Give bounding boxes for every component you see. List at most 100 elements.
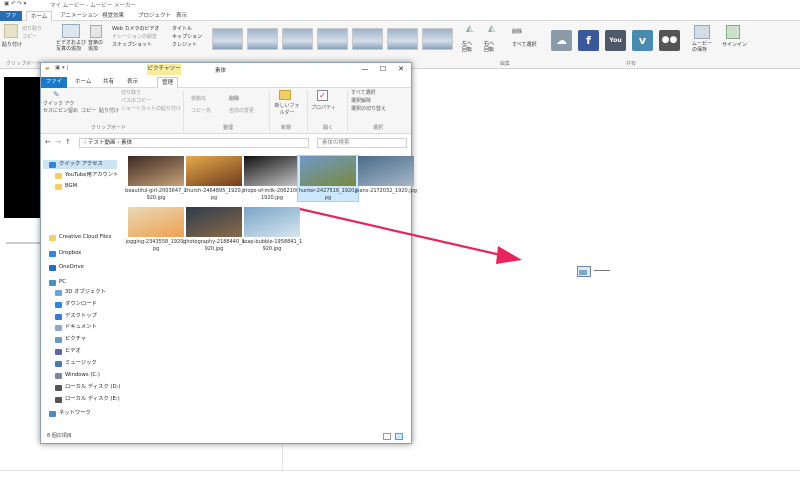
nav-item-youtube-account[interactable]: YouTube用アカウント	[55, 171, 118, 180]
file-item[interactable]: soap-bubble-1958841_1920.jpg	[241, 207, 303, 252]
tab-manage[interactable]: 管理	[157, 77, 179, 88]
file-item-selected[interactable]: hunter-2427518_1920.jpg	[297, 155, 359, 202]
tab-home[interactable]: ホーム	[71, 77, 95, 88]
theme-thumb[interactable]	[212, 28, 243, 50]
address-bar[interactable]: › テスト動画 › 素体	[79, 138, 309, 148]
nav-item-quick-access[interactable]: クイック アクセス	[43, 160, 117, 169]
nav-item-downloads[interactable]: ダウンロード	[55, 300, 97, 309]
paste-button[interactable]: 貼り付け	[99, 108, 119, 115]
invert-selection-button[interactable]: 選択の切り替え	[351, 106, 386, 113]
remove-button[interactable]: 削除	[512, 28, 522, 35]
select-all-button[interactable]: すべて選択	[351, 90, 375, 97]
select-none-button[interactable]: 選択解除	[351, 98, 371, 105]
copy-path-button[interactable]: パスのコピー	[121, 98, 151, 105]
nav-item-music[interactable]: ミュージック	[55, 359, 97, 368]
sign-in-icon[interactable]	[726, 25, 740, 39]
theme-thumb[interactable]	[247, 28, 278, 50]
nav-item-3d-objects[interactable]: 3D オブジェクト	[55, 288, 106, 297]
large-icons-view-icon[interactable]	[395, 433, 403, 440]
tab-animations[interactable]: アニメーション	[56, 11, 102, 21]
tab-share[interactable]: 共有	[99, 77, 118, 88]
move-to-button[interactable]: 移動先	[191, 96, 206, 103]
tab-project[interactable]: プロジェクト	[134, 11, 175, 21]
nav-item-creative-cloud[interactable]: Creative Cloud Files	[49, 233, 111, 242]
tab-file[interactable]: ファイル	[41, 77, 67, 96]
youtube-icon[interactable]: You	[605, 30, 626, 51]
nav-item-desktop[interactable]: デスクトップ	[55, 312, 97, 321]
quick-access-toolbar[interactable]: ▣ ↶ ↷ ▾	[4, 1, 26, 7]
back-icon[interactable]: ←	[45, 138, 51, 146]
title-button[interactable]: タイトル	[172, 25, 192, 32]
maximize-icon[interactable]: ☐	[375, 64, 391, 74]
properties-button[interactable]: プロパティ	[311, 105, 336, 112]
nav-item-dropbox[interactable]: Dropbox	[49, 249, 81, 258]
credits-button[interactable]: クレジット	[172, 41, 197, 48]
nav-item-documents[interactable]: ドキュメント	[55, 323, 97, 332]
details-view-icon[interactable]	[383, 433, 391, 440]
save-movie-button[interactable]: ムービーの保存	[692, 41, 714, 53]
add-music-button[interactable]: 音楽の追加	[88, 40, 106, 52]
new-folder-button[interactable]: 新しいフォルダー	[273, 103, 301, 117]
tab-home[interactable]: ホーム	[26, 11, 53, 21]
rotate-right-icon[interactable]: ◭	[488, 24, 495, 34]
explorer-titlebar[interactable]: ▰ ▣ ▾ | ピクチャツール 素体 — ☐ ✕	[41, 63, 411, 83]
theme-thumb[interactable]	[282, 28, 313, 50]
explorer-window[interactable]: ▰ ▣ ▾ | ピクチャツール 素体 — ☐ ✕ ファイル ホーム 共有 表示 …	[40, 62, 417, 444]
close-icon[interactable]: ✕	[393, 64, 409, 74]
file-item[interactable]: church-2464895_1920.jpg	[183, 156, 245, 201]
sign-in-button[interactable]: サインイン	[722, 41, 747, 48]
paste-shortcut-button[interactable]: ショートカットの貼り付け	[121, 106, 181, 113]
tab-file[interactable]: ファイル	[0, 11, 22, 29]
nav-item-bgm[interactable]: BGM	[55, 182, 77, 191]
paste-icon[interactable]	[4, 24, 18, 38]
pin-quick-access-button[interactable]: クイック アクセスにピン留め	[43, 101, 79, 115]
facebook-icon[interactable]: f	[578, 30, 599, 51]
tab-view[interactable]: 表示	[123, 77, 142, 88]
seek-slider[interactable]	[6, 242, 40, 244]
file-item[interactable]: jeans-2172032_1920.jpg	[355, 156, 417, 195]
narration-button[interactable]: ナレーションの録音	[112, 33, 157, 40]
caption-button[interactable]: キャプション	[172, 33, 202, 40]
select-all-button[interactable]: すべて選択	[512, 41, 536, 48]
snapshot-button[interactable]: スナップショット	[112, 41, 152, 48]
theme-thumb[interactable]	[422, 28, 453, 50]
file-item[interactable]: photography-2188440_1920.jpg	[183, 207, 245, 252]
file-item[interactable]: drops-of-milk-2062100_1920.jpg	[241, 156, 303, 201]
vimeo-icon[interactable]: v	[632, 30, 653, 51]
copy-button[interactable]: コピー	[22, 33, 37, 40]
tab-view[interactable]: 表示	[172, 11, 191, 21]
file-list[interactable]: beautiful-girl-2003647_1920.jpg church-2…	[121, 153, 417, 428]
add-video-icon[interactable]	[62, 24, 80, 38]
onedrive-icon[interactable]: ☁	[551, 30, 572, 51]
nav-item-drive-e[interactable]: ローカル ディスク (E:)	[55, 395, 120, 404]
cut-button[interactable]: 切り取り	[22, 25, 42, 32]
add-video-button[interactable]: ビデオおよび写真の追加	[56, 40, 88, 52]
nav-item-pictures[interactable]: ピクチャ	[55, 335, 86, 344]
tab-visual-effects[interactable]: 視覚効果	[98, 11, 128, 21]
nav-item-drive-d[interactable]: ローカル ディスク (D:)	[55, 383, 120, 392]
copy-button[interactable]: コピー	[81, 108, 96, 115]
rotate-left-button[interactable]: 左へ回転	[462, 41, 476, 53]
search-input[interactable]: 素体の検索	[317, 138, 407, 148]
theme-thumb[interactable]	[352, 28, 383, 50]
file-item[interactable]: beautiful-girl-2003647_1920.jpg	[125, 156, 187, 201]
nav-item-network[interactable]: ネットワーク	[49, 409, 91, 418]
theme-thumb[interactable]	[387, 28, 418, 50]
rotate-left-icon[interactable]: ◭	[466, 24, 473, 34]
rename-button[interactable]: 名前の変更	[229, 108, 254, 115]
quick-access-toolbar[interactable]: ▣ ▾ |	[55, 65, 68, 71]
save-movie-icon[interactable]	[694, 25, 710, 39]
nav-item-drive-c[interactable]: Windows (C:)	[55, 371, 100, 380]
forward-icon[interactable]: →	[55, 138, 61, 146]
cut-button[interactable]: 切り取り	[121, 90, 141, 97]
nav-item-pc[interactable]: PC	[49, 278, 66, 287]
paste-button[interactable]: 貼り付け	[2, 41, 22, 48]
add-music-icon[interactable]	[90, 25, 102, 38]
rotate-right-button[interactable]: 右へ回転	[484, 41, 498, 53]
flickr-icon[interactable]: ●●	[659, 30, 680, 51]
webcam-button[interactable]: Web カメラのビデオ	[112, 25, 160, 32]
delete-button[interactable]: 削除	[229, 96, 239, 103]
nav-item-videos[interactable]: ビデオ	[55, 347, 81, 356]
minimize-icon[interactable]: —	[357, 64, 373, 74]
copy-to-button[interactable]: コピー先	[191, 108, 211, 115]
